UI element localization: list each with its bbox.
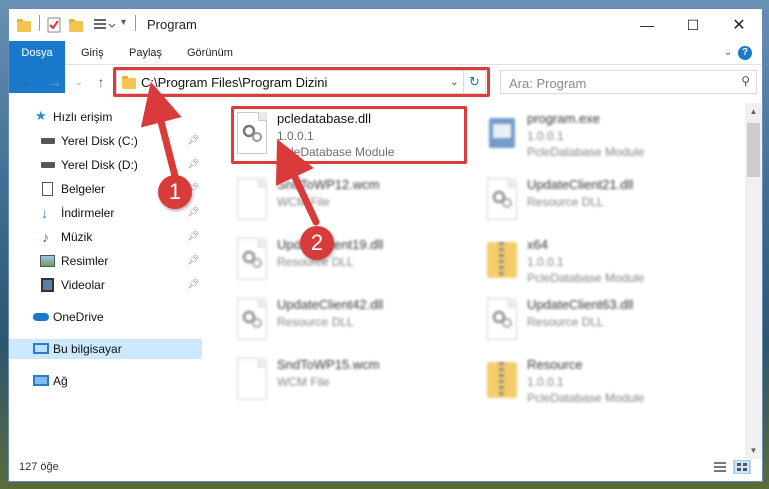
step-marker-2: 2 (300, 226, 334, 260)
annotation-arrows (140, 81, 320, 226)
step-marker-1: 1 (158, 175, 192, 209)
